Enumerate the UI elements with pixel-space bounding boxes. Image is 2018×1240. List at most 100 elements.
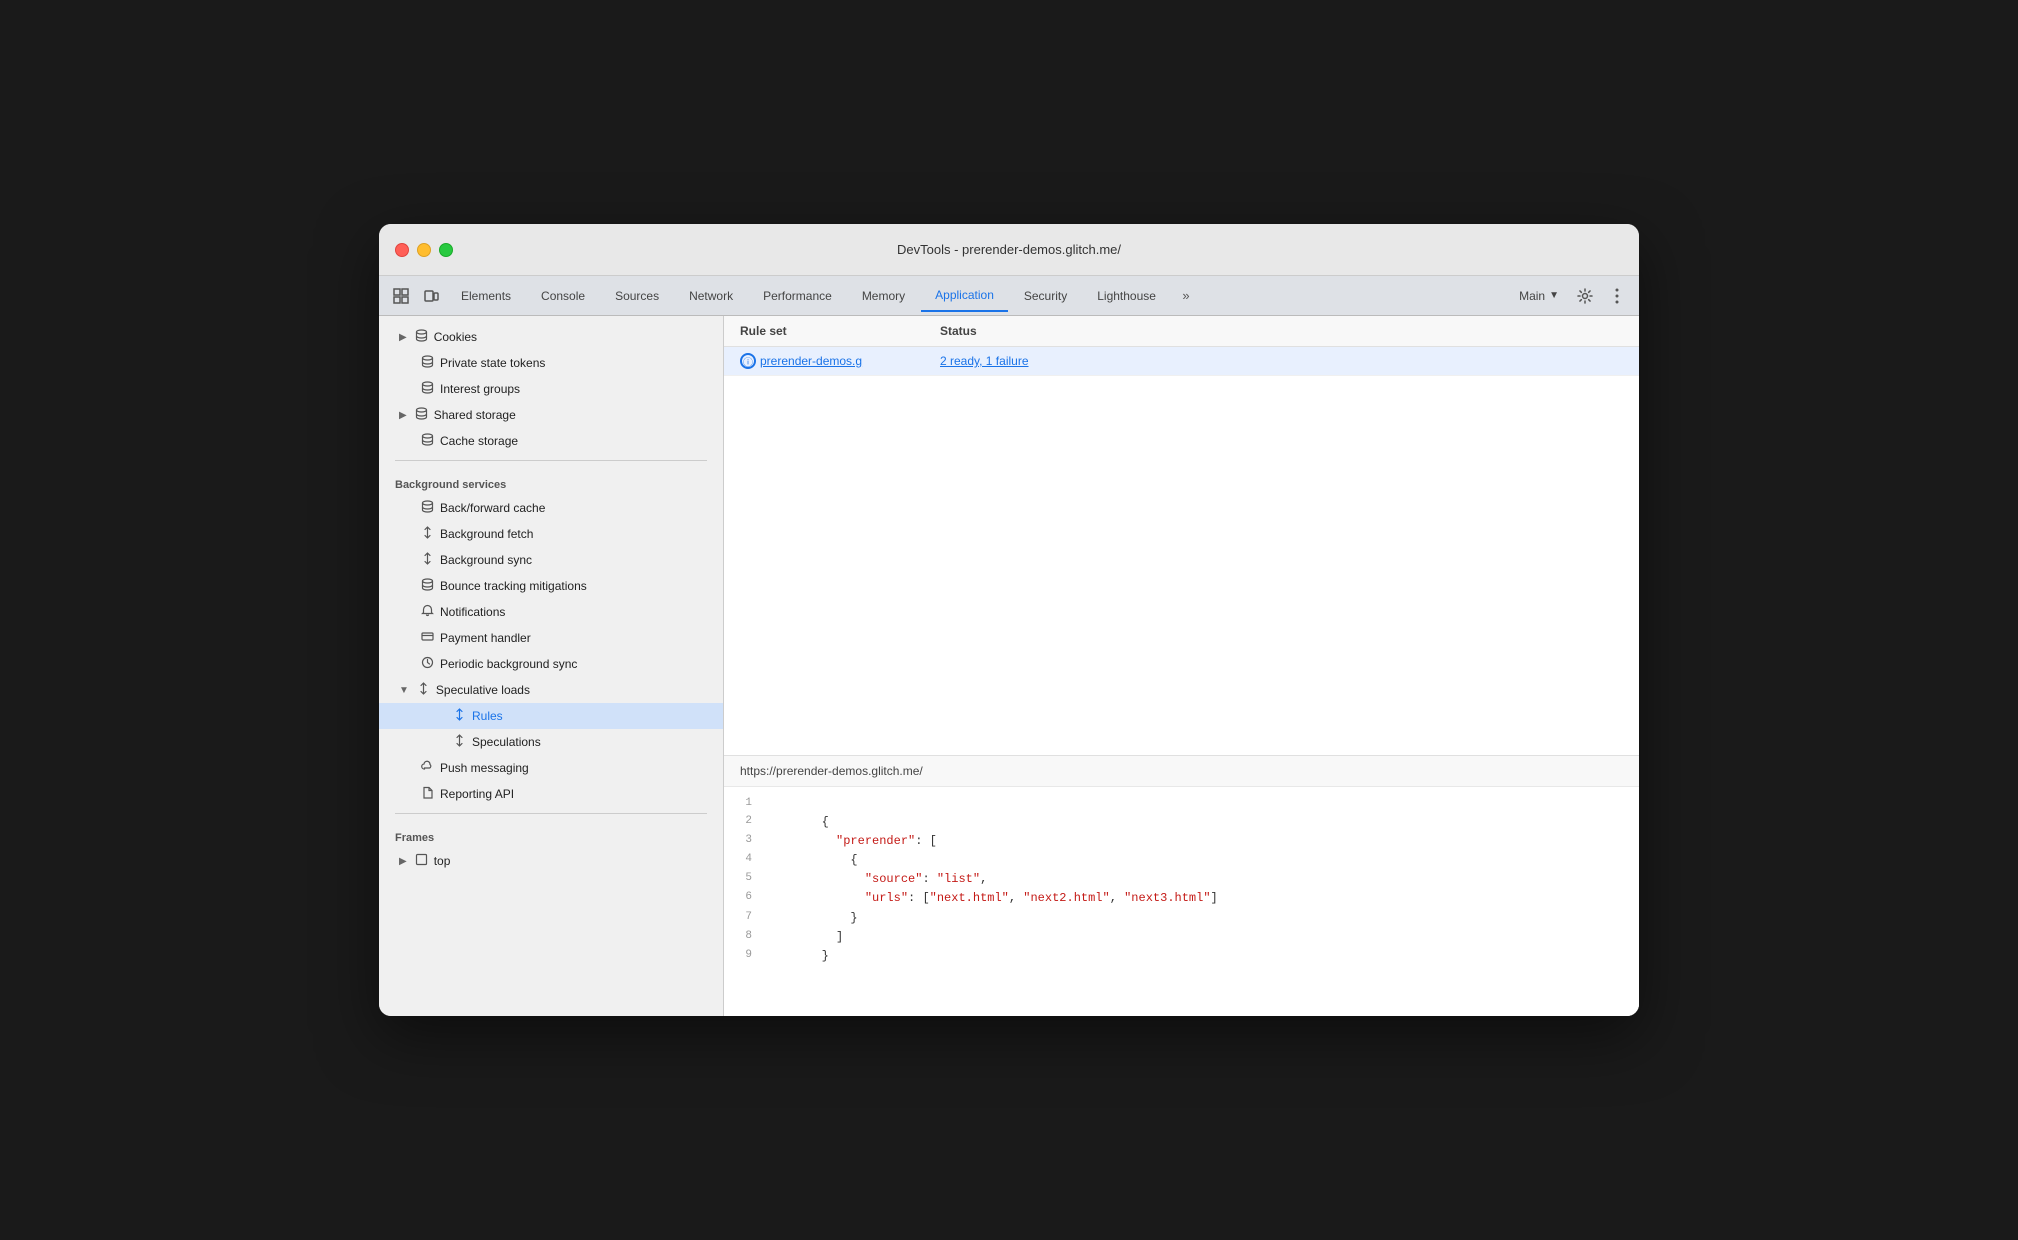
- settings-icon[interactable]: [1571, 282, 1599, 310]
- line-number-7: 7: [732, 909, 764, 928]
- code-line-7: 7 }: [724, 909, 1639, 928]
- page-icon: [421, 786, 434, 802]
- circle-info-icon: ⓘ: [740, 353, 756, 369]
- tab-memory[interactable]: Memory: [848, 280, 919, 312]
- sidebar-item-push-messaging[interactable]: Push messaging: [379, 755, 723, 781]
- main-label: Main: [1519, 289, 1545, 303]
- code-content-5: "source": "list",: [764, 870, 987, 889]
- traffic-lights: [395, 243, 453, 257]
- sidebar-item-rules[interactable]: Rules: [379, 703, 723, 729]
- inspect-icon[interactable]: [387, 282, 415, 310]
- table-cell-rule-set: ⓘ prerender-demos.g: [740, 353, 940, 369]
- section-label-background-services: Background services: [379, 467, 723, 495]
- sidebar-item-notifications[interactable]: Notifications: [379, 599, 723, 625]
- tab-application[interactable]: Application: [921, 280, 1008, 312]
- card-icon: [421, 630, 434, 646]
- tab-console[interactable]: Console: [527, 280, 599, 312]
- sidebar-item-interest-groups[interactable]: Interest groups: [379, 376, 723, 402]
- device-icon[interactable]: [417, 282, 445, 310]
- sync-icon-3: [417, 682, 430, 698]
- tab-network[interactable]: Network: [675, 280, 747, 312]
- divider-2: [395, 813, 707, 814]
- more-options-icon[interactable]: [1603, 282, 1631, 310]
- close-button[interactable]: [395, 243, 409, 257]
- title-bar: DevTools - prerender-demos.glitch.me/: [379, 224, 1639, 276]
- cloud-icon: [421, 760, 434, 776]
- line-number-5: 5: [732, 870, 764, 889]
- chevron-right-icon: ▶: [399, 332, 407, 343]
- minimize-button[interactable]: [417, 243, 431, 257]
- sidebar-item-payment-handler[interactable]: Payment handler: [379, 625, 723, 651]
- line-number-1: 1: [732, 795, 764, 813]
- code-line-3: 3 "prerender": [: [724, 832, 1639, 851]
- line-number-9: 9: [732, 947, 764, 966]
- tab-bar: Elements Console Sources Network Perform…: [379, 276, 1639, 316]
- main-chevron-icon: ▼: [1549, 290, 1559, 301]
- database-icon-2: [421, 355, 434, 371]
- status-link[interactable]: 2 ready, 1 failure: [940, 354, 1029, 368]
- line-number-6: 6: [732, 889, 764, 908]
- code-line-9: 9 }: [724, 947, 1639, 966]
- sidebar-item-reporting-api[interactable]: Reporting API: [379, 781, 723, 807]
- sidebar-item-cookies[interactable]: ▶ Cookies: [379, 324, 723, 350]
- table-row[interactable]: ⓘ prerender-demos.g 2 ready, 1 failure: [724, 347, 1639, 376]
- bell-icon: [421, 604, 434, 620]
- sync-icon-speculations: [453, 734, 466, 750]
- sidebar-label-speculative-loads: Speculative loads: [436, 683, 530, 697]
- code-content-4: {: [764, 851, 858, 870]
- sidebar-item-bounce-tracking[interactable]: Bounce tracking mitigations: [379, 573, 723, 599]
- sidebar-item-top-frame[interactable]: ▶ top: [379, 848, 723, 874]
- frame-icon: [415, 853, 428, 869]
- rule-set-link[interactable]: prerender-demos.g: [760, 354, 862, 368]
- maximize-button[interactable]: [439, 243, 453, 257]
- line-number-8: 8: [732, 928, 764, 947]
- clock-icon: [421, 656, 434, 672]
- sidebar-label-bounce-tracking: Bounce tracking mitigations: [440, 579, 587, 593]
- sync-icon-rules: [453, 708, 466, 724]
- tab-security[interactable]: Security: [1010, 280, 1081, 312]
- line-number-3: 3: [732, 832, 764, 851]
- sidebar-label-notifications: Notifications: [440, 605, 505, 619]
- code-content-2: {: [764, 813, 829, 832]
- table-header: Rule set Status: [724, 316, 1639, 347]
- sidebar-label-payment-handler: Payment handler: [440, 631, 531, 645]
- tab-sources[interactable]: Sources: [601, 280, 673, 312]
- line-number-4: 4: [732, 851, 764, 870]
- sidebar-item-private-state-tokens[interactable]: Private state tokens: [379, 350, 723, 376]
- sidebar-label-reporting-api: Reporting API: [440, 787, 514, 801]
- code-line-5: 5 "source": "list",: [724, 870, 1639, 889]
- chevron-right-icon-frame: ▶: [399, 856, 407, 867]
- code-content-6: "urls": ["next.html", "next2.html", "nex…: [764, 889, 1218, 908]
- sidebar-item-background-sync[interactable]: Background sync: [379, 547, 723, 573]
- sidebar-item-background-fetch[interactable]: Background fetch: [379, 521, 723, 547]
- table-area: Rule set Status ⓘ prerender-demos.g 2 re…: [724, 316, 1639, 756]
- sidebar-item-speculations[interactable]: Speculations: [379, 729, 723, 755]
- sidebar-label-rules: Rules: [472, 709, 503, 723]
- window-title: DevTools - prerender-demos.glitch.me/: [897, 242, 1121, 257]
- code-content-8: ]: [764, 928, 843, 947]
- sidebar-label-cache-storage: Cache storage: [440, 434, 518, 448]
- sidebar-label-shared-storage: Shared storage: [434, 408, 516, 422]
- sidebar-item-cache-storage[interactable]: Cache storage: [379, 428, 723, 454]
- sidebar-item-shared-storage[interactable]: ▶ Shared storage: [379, 402, 723, 428]
- tab-elements[interactable]: Elements: [447, 280, 525, 312]
- sync-icon-1: [421, 526, 434, 542]
- tab-lighthouse[interactable]: Lighthouse: [1083, 280, 1170, 312]
- code-content-9: }: [764, 947, 829, 966]
- sidebar-item-back-forward-cache[interactable]: Back/forward cache: [379, 495, 723, 521]
- tab-performance[interactable]: Performance: [749, 280, 846, 312]
- code-line-8: 8 ]: [724, 928, 1639, 947]
- sidebar-label-private-state-tokens: Private state tokens: [440, 356, 545, 370]
- bottom-panel: https://prerender-demos.glitch.me/ 1 2 {…: [724, 756, 1639, 1016]
- chevron-down-icon: ▼: [399, 685, 409, 696]
- overflow-icon[interactable]: »: [1172, 282, 1200, 310]
- sidebar-label-back-forward-cache: Back/forward cache: [440, 501, 545, 515]
- main-selector[interactable]: Main ▼: [1511, 285, 1567, 307]
- sidebar-label-interest-groups: Interest groups: [440, 382, 520, 396]
- header-rule-set: Rule set: [740, 324, 940, 338]
- sidebar-item-speculative-loads[interactable]: ▼ Speculative loads: [379, 677, 723, 703]
- sidebar-label-speculations: Speculations: [472, 735, 541, 749]
- bottom-panel-url: https://prerender-demos.glitch.me/: [724, 756, 1639, 787]
- code-line-4: 4 {: [724, 851, 1639, 870]
- sidebar-item-periodic-background-sync[interactable]: Periodic background sync: [379, 651, 723, 677]
